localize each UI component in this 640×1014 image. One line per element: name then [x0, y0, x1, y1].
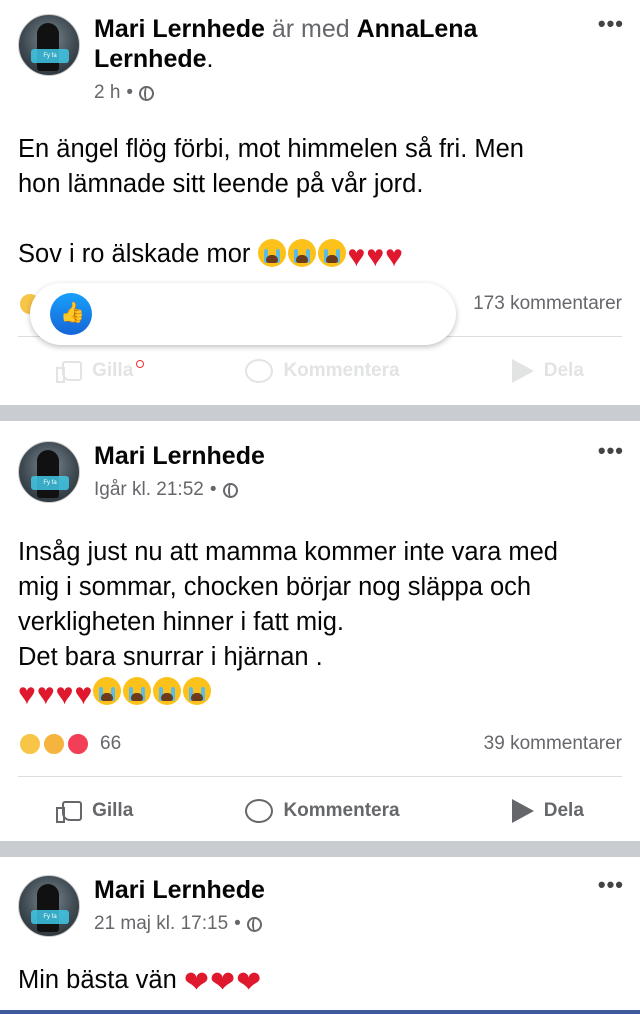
post-text-line: hon lämnade sitt leende på vår jord. — [18, 170, 424, 198]
emoji-line: ♥♥♥♥ — [18, 675, 622, 712]
post-time[interactable]: 21 maj kl. 17:15 — [94, 909, 228, 939]
crying-face-icon — [123, 677, 152, 705]
post-text-line: Det bara snurrar i hjärnan . — [18, 643, 323, 671]
post-text: Min bästa vän ❤❤❤ — [0, 963, 640, 1000]
avatar[interactable]: Fy fa — [18, 14, 80, 76]
post-author-line: Mari Lernhede 21 maj kl. 17:15 • — [94, 875, 598, 939]
tagged-suffix: . — [206, 45, 214, 73]
post-header: Fy fa Mari Lernhede Igår kl. 21:52 • ••• — [0, 421, 640, 505]
reaction-summary[interactable]: 66 — [18, 732, 121, 756]
post-text-line: mig i sommar, chocken börjar nog släppa … — [18, 573, 532, 601]
more-options-icon[interactable]: ••• — [598, 440, 624, 462]
post-time[interactable]: Igår kl. 21:52 — [94, 475, 204, 505]
comment-button[interactable]: Kommentera — [245, 359, 400, 383]
broken-heart-icon: ♥ — [55, 678, 74, 711]
reaction-picker[interactable] — [30, 283, 456, 345]
notification-dot — [136, 360, 144, 368]
post-text: Insåg just nu att mamma kommer inte vara… — [0, 535, 640, 712]
broken-heart-icon: ♥ — [366, 240, 385, 273]
broken-heart-icon: ♥ — [74, 678, 93, 711]
post-author-line: Mari Lernhede är med AnnaLena Lernhede. … — [94, 14, 598, 108]
reaction-count: 66 — [100, 733, 122, 754]
like-button[interactable]: Gilla — [56, 360, 134, 383]
post-separator — [0, 405, 640, 421]
more-options-icon[interactable]: ••• — [598, 874, 624, 896]
thumbs-up-icon — [56, 801, 83, 823]
crying-face-icon — [257, 239, 286, 267]
globe-icon — [222, 482, 238, 498]
meta-separator: • — [209, 479, 217, 500]
crying-face-icon — [93, 677, 122, 705]
broken-heart-icon: ♥ — [36, 678, 55, 711]
comment-button[interactable]: Kommentera — [245, 799, 400, 823]
meta-separator: • — [234, 913, 241, 934]
comment-label: Kommentera — [283, 360, 400, 381]
post-header: Fy fa Mari Lernhede 21 maj kl. 17:15 • •… — [0, 857, 640, 939]
more-options-icon[interactable]: ••• — [598, 13, 624, 35]
with-label: är med — [271, 15, 350, 43]
crying-face-icon — [317, 239, 346, 267]
globe-icon — [139, 85, 155, 101]
post-time[interactable]: 2 h — [94, 78, 120, 108]
post-1: Fy fa Mari Lernhede är med AnnaLena Lern… — [0, 0, 640, 405]
share-icon — [511, 799, 534, 823]
thumbs-up-icon — [56, 361, 83, 383]
crying-face-icon — [183, 677, 212, 705]
comment-icon — [245, 799, 274, 823]
post-stats: 66 39 kommentarer — [0, 724, 640, 764]
post-meta: Igår kl. 21:52 • — [94, 475, 598, 505]
meta-separator: • — [126, 82, 134, 103]
post-text: En ängel flög förbi, mot himmelen så fri… — [0, 132, 640, 274]
action-bar: Gilla Kommentera Dela — [0, 337, 640, 405]
like-reaction-icon[interactable] — [50, 293, 92, 335]
comment-icon — [245, 359, 274, 383]
post-text-line: En ängel flög förbi, mot himmelen så fri… — [18, 135, 524, 163]
post-meta: 2 h • — [94, 78, 598, 108]
author-name[interactable]: Mari Lernhede — [94, 876, 265, 904]
red-heart-icon: ❤ — [183, 966, 209, 999]
comment-count[interactable]: 173 kommentarer — [473, 293, 622, 315]
care-reaction-icon — [42, 732, 66, 756]
comment-label: Kommentera — [283, 800, 400, 821]
post-text-line: verkligheten hinner i fatt mig. — [18, 608, 344, 636]
post-header: Fy fa Mari Lernhede är med AnnaLena Lern… — [0, 0, 640, 108]
like-label: Gilla — [92, 800, 134, 821]
crying-face-icon — [287, 239, 316, 267]
share-icon — [511, 359, 534, 383]
author-name[interactable]: Mari Lernhede — [94, 15, 265, 43]
action-bar: Gilla Kommentera Dela — [0, 777, 640, 845]
broken-heart-icon: ♥ — [347, 240, 366, 273]
love-reaction-icon — [66, 732, 90, 756]
post-author-line: Mari Lernhede Igår kl. 21:52 • — [94, 441, 598, 505]
like-label: Gilla — [92, 360, 134, 381]
bottom-bar — [0, 1010, 640, 1014]
globe-icon — [246, 916, 262, 932]
like-button[interactable]: Gilla — [56, 800, 134, 823]
share-label: Dela — [543, 800, 584, 821]
avatar[interactable]: Fy fa — [18, 875, 80, 937]
post-2: Fy fa Mari Lernhede Igår kl. 21:52 • •••… — [0, 421, 640, 841]
share-button[interactable]: Dela — [511, 359, 584, 383]
red-heart-icon: ❤ — [210, 966, 236, 999]
share-button[interactable]: Dela — [511, 799, 584, 823]
avatar[interactable]: Fy fa — [18, 441, 80, 503]
author-name[interactable]: Mari Lernhede — [94, 442, 265, 470]
broken-heart-icon: ♥ — [18, 678, 36, 711]
post-text-line: Insåg just nu att mamma kommer inte vara… — [18, 538, 558, 566]
sad-reaction-icon — [18, 732, 42, 756]
comment-count[interactable]: 39 kommentarer — [484, 733, 622, 755]
share-label: Dela — [543, 360, 584, 381]
post-meta: 21 maj kl. 17:15 • — [94, 909, 598, 939]
post-text-line: Min bästa vän — [18, 966, 177, 994]
post-text-line: Sov i ro älskade mor ♥♥♥ — [18, 237, 622, 274]
post-text-final: Sov i ro älskade mor — [18, 240, 251, 268]
red-heart-icon: ❤ — [236, 966, 262, 999]
post-3: Fy fa Mari Lernhede 21 maj kl. 17:15 • •… — [0, 857, 640, 1014]
broken-heart-icon: ♥ — [385, 240, 403, 273]
crying-face-icon — [153, 677, 182, 705]
